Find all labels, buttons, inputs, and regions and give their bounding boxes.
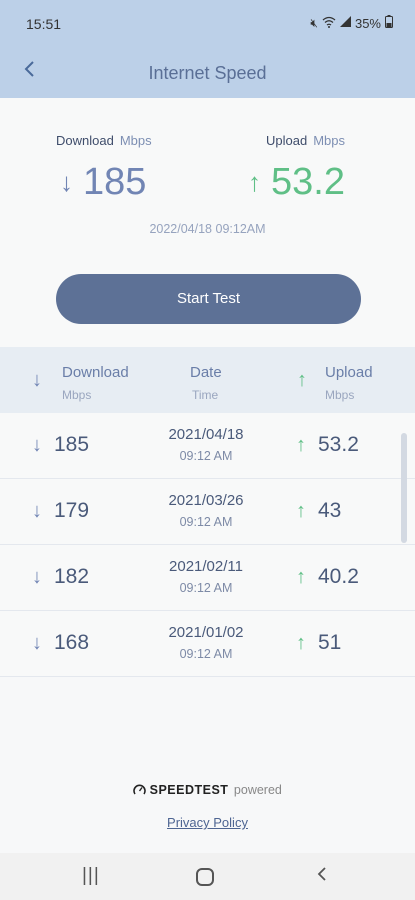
- upload-unit: Mbps: [313, 133, 345, 148]
- row-time: 09:12 AM: [179, 515, 233, 529]
- row-upload: ↑ 53.2: [296, 433, 359, 456]
- column-subheader-time: Time: [192, 388, 219, 402]
- row-time: 09:12 AM: [179, 647, 233, 661]
- list-scrollbar[interactable]: [401, 433, 407, 543]
- column-subheader-upload-unit: Mbps: [325, 388, 355, 402]
- column-subheader-download-unit: Mbps: [62, 388, 92, 402]
- arrow-up-icon: ↑: [296, 565, 306, 588]
- signal-icon: [339, 16, 351, 30]
- download-unit: Mbps: [119, 133, 152, 148]
- back-nav-icon[interactable]: [316, 865, 328, 889]
- table-row[interactable]: ↓ 168 2021/01/02 09:12 AM ↑ 51: [0, 611, 415, 677]
- row-download: ↓ 179: [32, 499, 90, 522]
- row-time: 09:12 AM: [179, 581, 233, 595]
- privacy-policy-link[interactable]: Privacy Policy: [0, 815, 415, 830]
- column-header-download: Download: [62, 364, 129, 381]
- speed-summary: Download Mbps Upload Mbps ↓ 185 ↑ 53.2 202…: [0, 98, 415, 348]
- start-test-button[interactable]: Start Test: [56, 274, 361, 324]
- page-title: Internet Speed: [148, 63, 267, 83]
- row-date: 2021/03/26: [168, 492, 244, 509]
- row-date: 2021/04/18: [168, 426, 244, 443]
- table-row[interactable]: ↓ 185 2021/04/18 09:12 AM ↑ 53.2: [0, 413, 415, 479]
- arrow-down-icon: ↓: [32, 631, 42, 654]
- status-bar: 15:51 🔇︎ 35%: [0, 0, 415, 46]
- battery-icon: [385, 15, 393, 31]
- upload-value: ↑ 53.2: [248, 161, 345, 203]
- download-label: Download Mbps: [56, 133, 152, 148]
- arrow-up-icon: ↑: [296, 631, 306, 654]
- row-time: 09:12 AM: [179, 449, 233, 463]
- row-upload: ↑ 51: [296, 631, 342, 654]
- row-download: ↓ 185: [32, 433, 90, 456]
- history-list: ↓ 185 2021/04/18 09:12 AM ↑ 53.2 ↓ 179 2021…: [0, 413, 415, 677]
- system-navigation-bar: |||: [0, 853, 415, 900]
- recents-icon[interactable]: |||: [82, 865, 100, 887]
- column-header-date: Date: [190, 364, 222, 381]
- download-value: ↓ 185: [60, 161, 147, 203]
- status-time: 15:51: [26, 16, 62, 32]
- row-download: ↓ 182: [32, 565, 90, 588]
- wifi-icon: [322, 16, 336, 31]
- table-row[interactable]: ↓ 179 2021/03/26 09:12 AM ↑ 43: [0, 479, 415, 545]
- table-row[interactable]: ↓ 182 2021/02/11 09:12 AM ↑ 40.2: [0, 545, 415, 611]
- battery-percent: 35%: [354, 15, 381, 31]
- speedometer-icon: [133, 783, 149, 797]
- arrow-up-icon: ↑: [296, 433, 306, 456]
- test-datetime: 2022/04/18 09:12AM: [149, 222, 266, 236]
- arrow-down-icon: ↓: [60, 167, 73, 197]
- upload-label: Upload Mbps: [266, 133, 345, 148]
- arrow-down-icon: ↓: [32, 369, 42, 391]
- arrow-up-icon: ↑: [248, 167, 261, 197]
- arrow-down-icon: ↓: [32, 433, 42, 456]
- arrow-down-icon: ↓: [32, 565, 42, 588]
- column-header-upload: Upload: [325, 364, 373, 381]
- arrow-up-icon: ↑: [296, 499, 306, 522]
- row-download: ↓ 168: [32, 631, 90, 654]
- mute-icon: 🔇︎: [310, 15, 318, 30]
- home-icon[interactable]: [196, 868, 214, 886]
- status-icons: 🔇︎ 35%: [310, 15, 393, 31]
- history-table-header: ↓ Download Mbps Date Time ↑ Upload Mbps: [0, 347, 415, 413]
- arrow-down-icon: ↓: [32, 499, 42, 522]
- row-date: 2021/02/11: [169, 558, 243, 575]
- app-header: Internet Speed: [0, 46, 415, 98]
- speedtest-logo: SPEEDTEST powered: [0, 783, 415, 797]
- row-upload: ↑ 40.2: [296, 565, 359, 588]
- arrow-up-icon: ↑: [297, 369, 307, 391]
- row-date: 2021/01/02: [168, 624, 244, 641]
- row-upload: ↑ 43: [296, 499, 342, 522]
